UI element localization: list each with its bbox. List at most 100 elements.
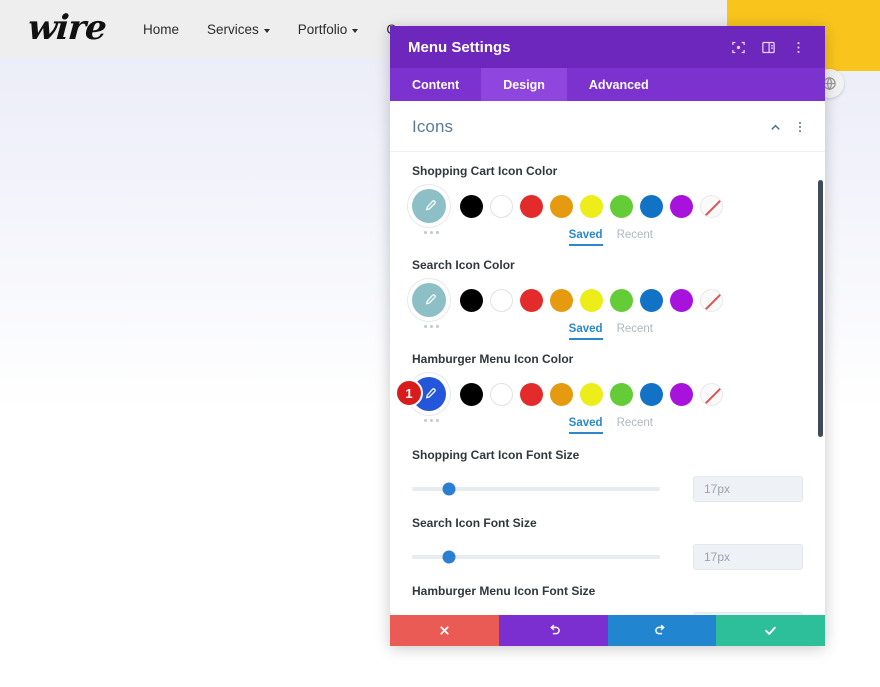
- modal-footer: [390, 615, 825, 646]
- vertical-scrollbar-thumb[interactable]: [818, 180, 823, 437]
- redo-button[interactable]: [607, 615, 717, 646]
- color-swatch-row: [412, 283, 803, 317]
- swatch-yellow[interactable]: [580, 288, 603, 312]
- swatch-footer: Saved Recent: [412, 223, 803, 246]
- swatch-purple[interactable]: [670, 288, 693, 312]
- font-size-input[interactable]: 32px: [693, 612, 803, 615]
- saved-recent-tabs: Saved Recent: [568, 317, 803, 340]
- tab-saved-colors[interactable]: Saved: [568, 417, 603, 434]
- slider-handle[interactable]: [442, 550, 456, 564]
- status-badge: 1: [395, 379, 423, 407]
- more-vertical-icon[interactable]: [785, 34, 811, 60]
- swatch-purple[interactable]: [670, 382, 693, 406]
- font-size-input[interactable]: 17px: [693, 476, 803, 502]
- swatch-white[interactable]: [490, 382, 513, 406]
- settings-scroll-area: Icons Shopping Cart Icon Color Saved Rec…: [390, 101, 825, 615]
- more-options-dots-icon[interactable]: [424, 419, 439, 422]
- color-swatch-row: [412, 189, 803, 223]
- swatch-transparent[interactable]: [700, 194, 723, 218]
- swatch-black[interactable]: [460, 382, 483, 406]
- tab-recent-colors[interactable]: Recent: [617, 417, 653, 434]
- field-label: Shopping Cart Icon Font Size: [412, 448, 580, 462]
- slider-row: 17px: [412, 476, 803, 502]
- swatch-black[interactable]: [460, 288, 483, 312]
- swatch-orange[interactable]: [550, 288, 573, 312]
- slider-track[interactable]: [412, 482, 660, 496]
- swatch-blue[interactable]: [640, 194, 663, 218]
- field-label: Search Icon Font Size: [412, 516, 537, 530]
- nav-item-portfolio[interactable]: Portfolio: [298, 22, 359, 37]
- swatch-footer: Saved Recent: [412, 317, 803, 340]
- chevron-down-icon: [263, 28, 270, 33]
- field-search-icon-font-size: Search Icon Font Size 17px: [390, 502, 825, 570]
- swatch-orange[interactable]: [550, 194, 573, 218]
- swatch-black[interactable]: [460, 194, 483, 218]
- slider-track[interactable]: [412, 550, 660, 564]
- slider-row: 17px: [412, 544, 803, 570]
- field-shopping-cart-icon-color: Shopping Cart Icon Color Saved Recent: [390, 152, 825, 246]
- site-logo[interactable]: wire: [27, 8, 108, 48]
- swatch-green[interactable]: [610, 194, 633, 218]
- tab-content[interactable]: Content: [390, 68, 481, 101]
- modal-header: Menu Settings: [390, 26, 825, 68]
- saved-recent-tabs: Saved Recent: [568, 411, 803, 434]
- swatch-footer: Saved Recent: [412, 411, 803, 434]
- swatch-blue[interactable]: [640, 288, 663, 312]
- modal-body: Icons Shopping Cart Icon Color Saved Rec…: [390, 101, 825, 615]
- swatch-yellow[interactable]: [580, 382, 603, 406]
- target-icon[interactable]: [725, 34, 751, 60]
- slider-row: 32px: [412, 612, 803, 615]
- eyedropper-picker-button[interactable]: [412, 189, 446, 223]
- color-picker-wrap: [412, 189, 446, 223]
- modal-tabs: Content Design Advanced: [390, 68, 825, 101]
- tab-recent-colors[interactable]: Recent: [617, 229, 653, 246]
- tab-advanced[interactable]: Advanced: [567, 68, 671, 101]
- modal-title: Menu Settings: [408, 38, 511, 56]
- more-options-dots-icon[interactable]: [424, 231, 439, 234]
- nav-item-services[interactable]: Services: [207, 22, 270, 37]
- chevron-up-icon[interactable]: [768, 120, 783, 135]
- field-shopping-cart-icon-font-size: Shopping Cart Icon Font Size 17px: [390, 434, 825, 502]
- field-label: Hamburger Menu Icon Font Size: [412, 584, 596, 598]
- slider-handle[interactable]: [442, 482, 456, 496]
- more-vertical-icon[interactable]: [793, 120, 807, 134]
- nav-item-label: Home: [143, 22, 180, 37]
- swatch-red[interactable]: [520, 382, 543, 406]
- field-search-icon-color: Search Icon Color Saved Recent: [390, 246, 825, 340]
- swatch-orange[interactable]: [550, 382, 573, 406]
- undo-button[interactable]: [498, 615, 608, 646]
- color-picker-wrap: 1: [395, 377, 446, 411]
- layout-panel-icon[interactable]: [755, 34, 781, 60]
- nav-item-label: Portfolio: [297, 22, 348, 37]
- chevron-down-icon: [352, 28, 359, 33]
- field-hamburger-menu-icon-font-size: Hamburger Menu Icon Font Size 32px: [390, 570, 825, 615]
- cancel-button[interactable]: [390, 615, 499, 646]
- swatch-purple[interactable]: [670, 194, 693, 218]
- color-swatch-row: 1: [395, 377, 803, 411]
- tab-saved-colors[interactable]: Saved: [568, 323, 603, 340]
- swatch-transparent[interactable]: [700, 288, 723, 312]
- field-hamburger-menu-icon-color: Hamburger Menu Icon Color 1 Saved Recent: [390, 340, 825, 434]
- swatch-white[interactable]: [490, 194, 513, 218]
- nav-item-home[interactable]: Home: [143, 22, 179, 37]
- field-label: Hamburger Menu Icon Color: [412, 352, 574, 366]
- section-title: Icons: [412, 117, 454, 136]
- more-options-dots-icon[interactable]: [424, 325, 439, 328]
- color-picker-wrap: [412, 283, 446, 317]
- tab-design[interactable]: Design: [481, 68, 567, 101]
- swatch-blue[interactable]: [640, 382, 663, 406]
- swatch-red[interactable]: [520, 194, 543, 218]
- font-size-input[interactable]: 17px: [693, 544, 803, 570]
- swatch-green[interactable]: [610, 382, 633, 406]
- eyedropper-picker-button[interactable]: [412, 283, 446, 317]
- field-label: Search Icon Color: [412, 258, 515, 272]
- swatch-transparent[interactable]: [700, 382, 723, 406]
- section-header-icons[interactable]: Icons: [390, 101, 825, 152]
- save-button[interactable]: [716, 615, 825, 646]
- swatch-white[interactable]: [490, 288, 513, 312]
- tab-saved-colors[interactable]: Saved: [568, 229, 603, 246]
- swatch-red[interactable]: [520, 288, 543, 312]
- swatch-green[interactable]: [610, 288, 633, 312]
- tab-recent-colors[interactable]: Recent: [617, 323, 653, 340]
- swatch-yellow[interactable]: [580, 194, 603, 218]
